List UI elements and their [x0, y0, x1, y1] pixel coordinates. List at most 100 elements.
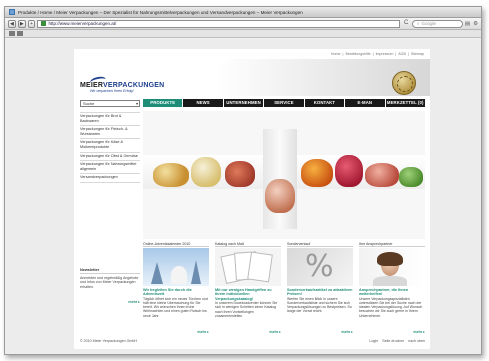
food-package-ham: [365, 163, 399, 187]
snowman-icon: [171, 266, 187, 284]
toplink-home[interactable]: Home: [331, 52, 341, 56]
toplink-sitemap[interactable]: Sitemap: [411, 52, 424, 56]
forward-button[interactable]: ▶: [17, 19, 26, 28]
teaser-more-link[interactable]: mehr: [269, 330, 281, 334]
quality-seal-icon: [392, 71, 416, 95]
teaser-image-advent[interactable]: [143, 248, 209, 286]
teaser-catalog: Katalog nach Maß Mit nur wenigen Handgri…: [215, 242, 281, 342]
search-icon: ⌕: [416, 20, 420, 26]
sidebar-item-meat[interactable]: Verpackungen für Fleisch- & Wurstwaren: [80, 126, 140, 140]
food-package-fruit: [301, 159, 333, 187]
product-sidebar: Verpackungen für Brot & Backwaren Verpac…: [80, 112, 140, 183]
site-search-select[interactable]: Suche ▾: [80, 100, 140, 107]
add-tab-button[interactable]: +: [27, 19, 36, 28]
back-button[interactable]: ◀: [8, 19, 16, 28]
teaser-title[interactable]: Wir begleiten Sie durch die Adventszeit: [143, 288, 209, 297]
nav-produkte[interactable]: PRODUKTE: [143, 99, 183, 107]
food-package-center: [265, 179, 295, 213]
teaser-more-link[interactable]: mehr: [341, 330, 353, 334]
teaser-title[interactable]: Mit nur wenigen Handgriffen zu Ihrem ind…: [215, 288, 281, 301]
address-bar[interactable]: http://www.meierverpackungen.at/: [37, 19, 401, 28]
food-package-cheese: [191, 157, 221, 187]
teaser-image-sale[interactable]: %: [287, 248, 353, 286]
teaser-text: Täglich öffnet sich ein neues Türchen un…: [143, 296, 208, 318]
nav-e-man[interactable]: E-MAN: [345, 99, 385, 107]
sidebar-item-bread[interactable]: Verpackungen für Brot & Backwaren: [80, 112, 140, 127]
tree-icon: [191, 260, 201, 284]
teaser-head: Sonderverkauf: [287, 242, 353, 247]
site-logo[interactable]: MEIERVERPACKUNGEN Wir verpacken Ihren Er…: [80, 75, 165, 93]
footer-copyright: © 2010 Meier Verpackungen GmbH: [80, 339, 137, 343]
newsletter-box: Newsletter Anmelden und regelmäßig Angeb…: [80, 268, 140, 308]
top-links: Home | Bestellungshilfe | Impressum | AGB | …: [330, 52, 424, 56]
footer-print-link[interactable]: Seite drucken: [382, 339, 404, 343]
page-viewport: Home | Bestellungshilfe | Impressum | AGB | …: [5, 39, 481, 354]
logo-tagline: Wir verpacken Ihren Erfolg!: [90, 89, 134, 93]
window-titlebar: Produkte / Home / Meier Verpackungen – D…: [5, 7, 481, 18]
site-header: MEIERVERPACKUNGEN Wir verpacken Ihren Er…: [74, 59, 430, 96]
address-url: http://www.meierverpackungen.at/: [48, 20, 117, 26]
bookmarks-icon[interactable]: [9, 31, 15, 36]
sidebar-item-shipping[interactable]: Versandverpackungen: [80, 174, 140, 183]
chevron-down-icon: ▾: [135, 101, 138, 106]
teaser-title[interactable]: Ansprechpartner, die Ihnen weiterhelfen!: [359, 288, 425, 297]
site-identity-icon: [41, 21, 47, 26]
teaser-text: In unserem Downloadcenter können Sie sic…: [215, 301, 278, 318]
main-navigation: PRODUKTE NEWS UNTERNEHMEN SERVICE KONTAK…: [143, 99, 425, 107]
browser-toolbar: ◀ ▶ + http://www.meierverpackungen.at/ C…: [5, 18, 481, 30]
teaser-text: Unsere Verpackungsspezialisten unterstüt…: [359, 296, 423, 318]
nav-news[interactable]: NEWS: [183, 99, 223, 107]
site-footer: © 2010 Meier Verpackungen GmbH Login Sei…: [80, 339, 425, 343]
bookmarks-list-icon[interactable]: [17, 31, 23, 36]
settings-icon[interactable]: ⚙: [473, 21, 478, 27]
teaser-head: Katalog nach Maß: [215, 242, 281, 247]
percent-icon: %: [305, 249, 334, 284]
teaser-contacts: Ihre Ansprechpartner Ansprechpartner, di…: [359, 242, 425, 342]
person-hair-icon: [377, 252, 403, 266]
nav-service[interactable]: SERVICE: [264, 99, 304, 107]
teaser-more-link[interactable]: mehr: [197, 330, 209, 334]
hero-image: [143, 111, 425, 239]
footer-login-link[interactable]: Login: [369, 339, 378, 343]
teaser-image-catalog[interactable]: [215, 248, 281, 286]
food-package-sausage: [335, 155, 363, 187]
teaser-row: Online-Adventskalender 2010 Wir begleite…: [143, 242, 425, 342]
favicon-icon: [9, 9, 15, 15]
newsletter-title: Newsletter: [80, 268, 140, 274]
footer-top-link[interactable]: nach oben: [408, 339, 425, 343]
teaser-text: Werfen Sie einen Blick in unsere Sonderv…: [287, 296, 352, 314]
site-search-value: Suche: [83, 101, 95, 106]
sidebar-item-fruit[interactable]: Verpackungen für Obst & Gemüse: [80, 153, 140, 162]
food-package-meat: [225, 161, 255, 187]
browser-search-placeholder: Google: [421, 20, 437, 26]
nav-merkzettel[interactable]: MERKZETTEL (0): [385, 99, 425, 107]
teaser-more-link[interactable]: mehr: [413, 330, 425, 334]
food-package-vegetables: [399, 167, 423, 187]
newsletter-more-link[interactable]: mehr: [128, 300, 140, 304]
teaser-sale: Sonderverkauf % Sonderverkaufsartikel zu…: [287, 242, 353, 342]
website-page: Home | Bestellungshilfe | Impressum | AGB | …: [74, 49, 430, 349]
page-icon[interactable]: ▤: [465, 21, 470, 27]
sidebar-item-cheese[interactable]: Verpackungen für Käse & Molkereiprodukte: [80, 139, 140, 153]
toplink-imprint[interactable]: Impressum: [376, 52, 394, 56]
toplink-order-help[interactable]: Bestellungshilfe: [345, 52, 370, 56]
teaser-advent: Online-Adventskalender 2010 Wir begleite…: [143, 242, 209, 342]
person-shoulders-icon: [373, 276, 407, 286]
teaser-title[interactable]: Sonderverkaufsartikel zu attraktiven Pre…: [287, 288, 353, 297]
tree-icon: [151, 262, 163, 284]
browser-window: Produkte / Home / Meier Verpackungen – D…: [4, 6, 482, 355]
catalog-page-icon: [247, 251, 273, 283]
nav-unternehmen[interactable]: UNTERNEHMEN: [223, 99, 264, 107]
window-title: Produkte / Home / Meier Verpackungen – D…: [18, 9, 303, 15]
browser-search-input[interactable]: ⌕ Google: [411, 19, 463, 28]
nav-kontakt[interactable]: KONTAKT: [304, 99, 345, 107]
newsletter-text: Anmelden und regelmäßig Angebote und Inf…: [80, 276, 139, 289]
food-package-bread: [153, 163, 189, 187]
toplink-terms[interactable]: AGB: [398, 52, 406, 56]
sidebar-item-food-general[interactable]: Verpackungen für Nahrungsmittel allgemei…: [80, 161, 140, 175]
bookmark-bar: [5, 30, 481, 38]
logo-text-verpackungen: VERPACKUNGEN: [103, 82, 165, 89]
teaser-head: Online-Adventskalender 2010: [143, 242, 209, 247]
reload-button[interactable]: C: [402, 20, 409, 28]
teaser-image-contacts[interactable]: [359, 248, 425, 286]
